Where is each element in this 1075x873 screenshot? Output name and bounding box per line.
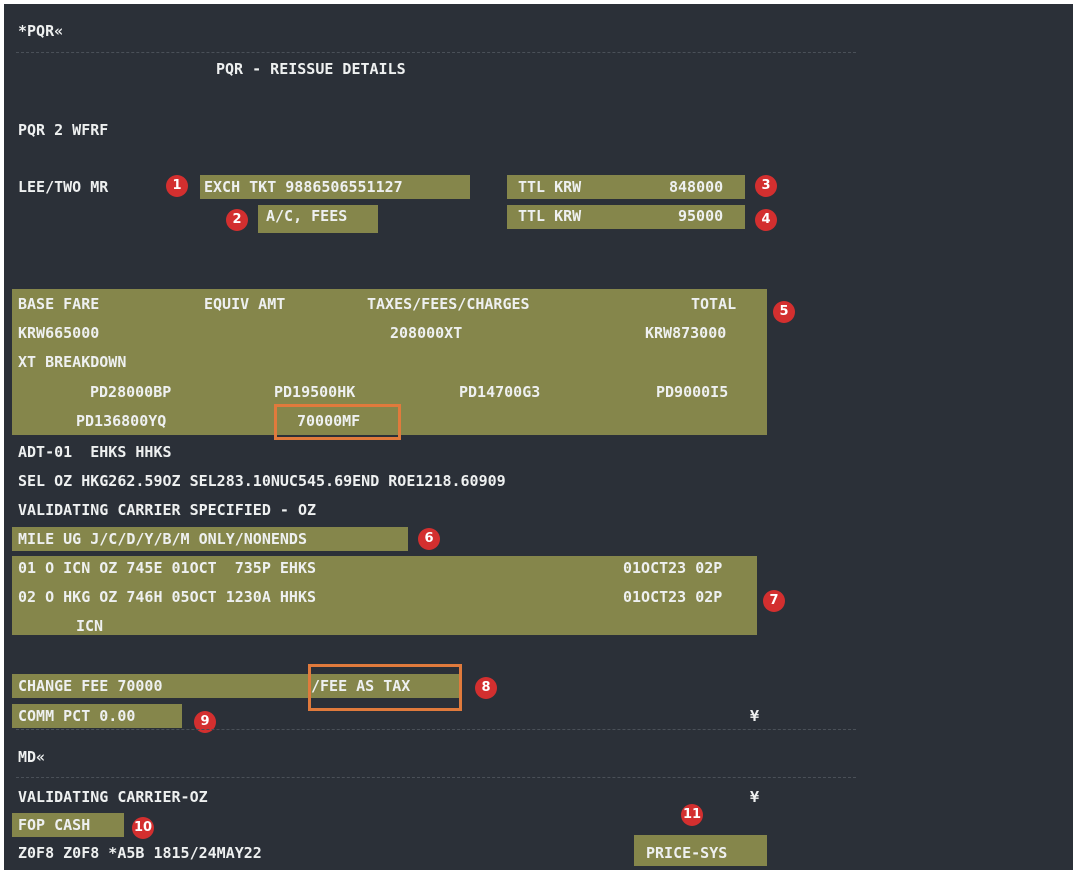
fare-taxes: 208000XT — [390, 324, 463, 342]
command-line: *PQR« — [18, 22, 64, 40]
system-line: Z0F8 Z0F8 *A5B 1815/24MAY22 — [18, 844, 262, 862]
fare-header-base: BASE FARE — [18, 295, 100, 313]
fare-calc-line: SEL OZ HKG262.59OZ SEL283.10NUC545.69END… — [18, 472, 506, 490]
segment-destination: ICN — [76, 617, 104, 635]
ttl-value-1: 848000 — [669, 178, 724, 196]
badge-7: 7 — [763, 590, 785, 612]
badge-10: 10 — [132, 817, 154, 839]
segment-date: 01OCT23 02P — [623, 588, 723, 606]
outline-fee-as-tax — [308, 664, 462, 711]
validating-carrier: VALIDATING CARRIER-OZ — [18, 788, 208, 806]
fare-base: KRW665000 — [18, 324, 100, 342]
comm-pct: COMM PCT 0.00 — [18, 707, 136, 725]
fare-header-taxes: TAXES/FEES/CHARGES — [367, 295, 530, 313]
xt-item: PD14700G3 — [459, 383, 541, 401]
outline-mf — [274, 404, 401, 440]
badge-1: 1 — [166, 175, 188, 197]
xt-item: PD28000BP — [90, 383, 172, 401]
exchange-ticket: EXCH TKT 9886506551127 — [204, 178, 403, 196]
badge-3: 3 — [755, 175, 777, 197]
yen-mark: ¥ — [750, 707, 760, 725]
page-title: PQR - REISSUE DETAILS — [216, 60, 406, 78]
fare-header-total: TOTAL — [691, 295, 737, 313]
pqr-id: PQR 2 WFRF — [18, 121, 109, 139]
badge-6: 6 — [418, 528, 440, 550]
ttl-value-2: 95000 — [678, 207, 724, 225]
yen-mark: ¥ — [750, 788, 760, 806]
separator — [16, 777, 856, 778]
mile-endorsement: MILE UG J/C/D/Y/B/M ONLY/NONENDS — [18, 530, 307, 548]
badge-11: 11 — [681, 804, 703, 826]
terminal-screen: *PQR« PQR - REISSUE DETAILS PQR 2 WFRF L… — [4, 4, 1073, 870]
xt-item: PD19500HK — [274, 383, 356, 401]
fare-total: KRW873000 — [645, 324, 727, 342]
adt-line: ADT-01 EHKS HHKS — [18, 443, 172, 461]
ttl-label-1: TTL KRW — [518, 178, 582, 196]
fare-header-equiv: EQUIV AMT — [204, 295, 286, 313]
badge-2: 2 — [226, 209, 248, 231]
segment-row: 02 O HKG OZ 746H 05OCT 1230A HHKS — [18, 588, 317, 606]
ac-fees: A/C, FEES — [266, 207, 348, 225]
validating-specified: VALIDATING CARRIER SPECIFIED - OZ — [18, 501, 317, 519]
separator — [16, 52, 856, 53]
badge-4: 4 — [755, 209, 777, 231]
separator — [16, 729, 856, 730]
ttl-label-2: TTL KRW — [518, 207, 582, 225]
xt-item: PD136800YQ — [76, 412, 167, 430]
badge-5: 5 — [773, 301, 795, 323]
xt-breakdown-label: XT BREAKDOWN — [18, 353, 127, 371]
badge-8: 8 — [475, 677, 497, 699]
fop-cash: FOP CASH — [18, 816, 91, 834]
md-command: MD« — [18, 748, 46, 766]
xt-item: PD9000I5 — [656, 383, 729, 401]
segment-row: 01 O ICN OZ 745E 01OCT 735P EHKS — [18, 559, 317, 577]
change-fee: CHANGE FEE 70000 — [18, 677, 163, 695]
segment-date: 01OCT23 02P — [623, 559, 723, 577]
price-sys: PRICE-SYS — [646, 844, 728, 862]
passenger-name: LEE/TWO MR — [18, 178, 109, 196]
